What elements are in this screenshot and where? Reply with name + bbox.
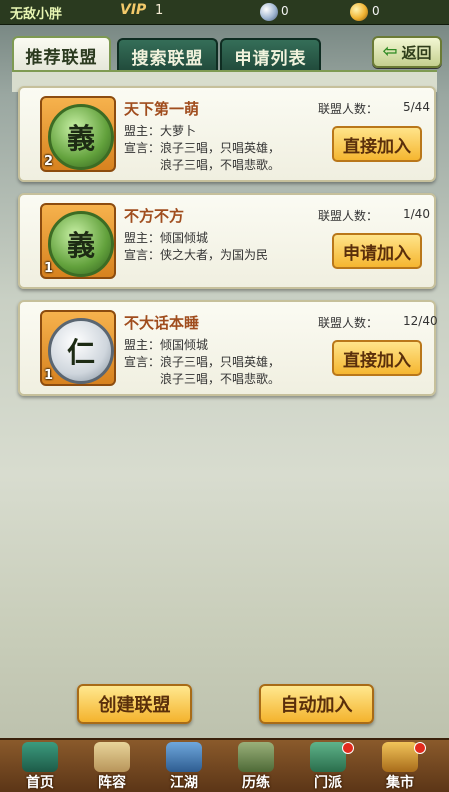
join-button[interactable]: 直接加入 [332, 126, 422, 162]
nav-label: 门派 [314, 775, 342, 791]
back-arrow-icon: ⇦ [382, 41, 398, 62]
create-alliance-button[interactable]: 创建联盟 [77, 684, 192, 724]
leader-label: 盟主： [124, 231, 161, 245]
nav-label: 首页 [26, 775, 54, 791]
nav-label: 江湖 [170, 775, 198, 791]
nav-label: 阵容 [98, 775, 126, 791]
alliance-emblem-icon: 義 [48, 104, 114, 170]
join-button[interactable]: 直接加入 [332, 340, 422, 376]
tab-apply-list[interactable]: 申请列表 [220, 38, 321, 72]
tab-search[interactable]: 搜索联盟 [117, 38, 218, 72]
alliance-level: 1 [44, 368, 54, 383]
leader-row: 盟主：大萝卜 [124, 122, 196, 139]
jianghu-icon [166, 742, 202, 772]
motto-row: 宣言： 浪子三唱，只唱英雄， 浪子三唱，不唱悲歌。 [124, 354, 280, 386]
bottom-nav: 首页 阵容 江湖 历练 门派 集市 [0, 738, 449, 792]
nav-label: 集市 [386, 775, 414, 791]
members-count: 12/40 [403, 314, 438, 328]
motto-label: 宣言： [124, 141, 161, 155]
nav-jianghu[interactable]: 江湖 [152, 740, 216, 792]
vip-label: VIP [120, 2, 147, 18]
silver-icon [260, 3, 278, 21]
leader-name: 倾国倾城 [160, 231, 209, 245]
alliance-badge: 仁 1 [40, 310, 116, 386]
alliance-screen: 无敌小胖 VIP 1 0 0 推荐联盟 搜索联盟 申请列表 ⇦ 返回 義 2 天… [0, 0, 449, 792]
motto-label: 宣言： [124, 355, 161, 369]
sect-icon [310, 742, 346, 772]
alliance-emblem-icon: 仁 [48, 318, 114, 384]
leader-name: 倾国倾城 [160, 338, 209, 352]
market-icon [382, 742, 418, 772]
alliance-badge: 義 1 [40, 203, 116, 279]
nav-home[interactable]: 首页 [8, 740, 72, 792]
motto-row: 宣言： 侠之大者，为国为民 [124, 247, 268, 264]
player-name: 无敌小胖 [10, 7, 63, 22]
members-label: 联盟人数： [318, 316, 379, 330]
leader-name: 大萝卜 [160, 124, 197, 138]
notification-dot [414, 742, 426, 754]
alliance-emblem-icon: 義 [48, 211, 114, 277]
apply-button[interactable]: 申请加入 [332, 233, 422, 269]
home-icon [22, 742, 58, 772]
nav-label: 历练 [242, 775, 270, 791]
motto-text: 侠之大者，为国为民 [160, 248, 269, 262]
formation-icon [94, 742, 130, 772]
members-label: 联盟人数： [318, 102, 379, 116]
leader-label: 盟主： [124, 124, 161, 138]
alliance-name: 不大话本睡 [124, 314, 200, 332]
alliance-card: 義 2 天下第一萌 联盟人数： 5/44 盟主：大萝卜 宣言： 浪子三唱，只唱英… [18, 86, 436, 182]
notification-dot [342, 742, 354, 754]
motto-label: 宣言： [124, 248, 161, 262]
status-bar: 无敌小胖 VIP 1 0 0 [0, 0, 449, 25]
nav-sect[interactable]: 门派 [296, 740, 360, 792]
vip-level: 1 [155, 3, 164, 18]
motto-text: 浪子三唱，只唱英雄， 浪子三唱，不唱悲歌。 [160, 355, 281, 386]
alliance-name: 不方不方 [124, 207, 185, 225]
auto-join-button[interactable]: 自动加入 [259, 684, 374, 724]
alliance-level: 1 [44, 261, 54, 276]
nav-training[interactable]: 历练 [224, 740, 288, 792]
nav-market[interactable]: 集市 [368, 740, 432, 792]
silver-count: 0 [281, 4, 289, 18]
alliance-card: 義 1 不方不方 联盟人数： 1/40 盟主：倾国倾城 宣言： 侠之大者，为国为… [18, 193, 436, 289]
motto-text: 浪子三唱，只唱英雄， 浪子三唱，不唱悲歌。 [160, 141, 281, 172]
members-label: 联盟人数： [318, 209, 379, 223]
alliance-card: 仁 1 不大话本睡 联盟人数： 12/40 盟主：倾国倾城 宣言： 浪子三唱，只… [18, 300, 438, 396]
alliance-badge: 義 2 [40, 96, 116, 172]
leader-row: 盟主：倾国倾城 [124, 229, 208, 246]
tab-recommended[interactable]: 推荐联盟 [12, 36, 111, 72]
leader-label: 盟主： [124, 338, 161, 352]
members-count: 5/44 [403, 100, 430, 114]
back-button[interactable]: ⇦ 返回 [372, 36, 442, 68]
gold-icon [350, 3, 368, 21]
alliance-name: 天下第一萌 [124, 100, 200, 118]
back-label: 返回 [401, 43, 432, 62]
leader-row: 盟主：倾国倾城 [124, 336, 208, 353]
alliance-level: 2 [44, 154, 54, 169]
motto-row: 宣言： 浪子三唱，只唱英雄， 浪子三唱，不唱悲歌。 [124, 140, 280, 172]
gold-count: 0 [372, 4, 380, 18]
members-count: 1/40 [403, 207, 430, 221]
nav-formation[interactable]: 阵容 [80, 740, 144, 792]
training-icon [238, 742, 274, 772]
